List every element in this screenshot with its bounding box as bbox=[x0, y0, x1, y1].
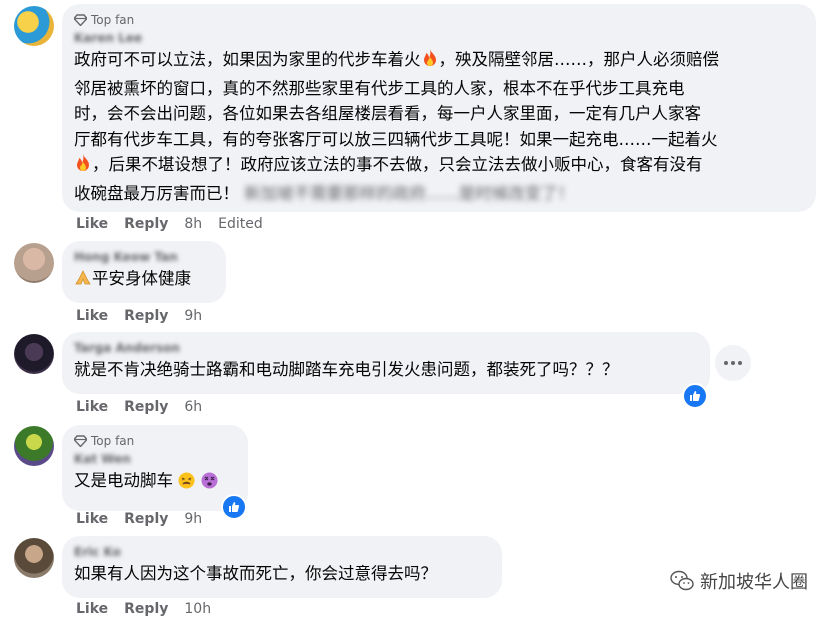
like-button[interactable]: Like bbox=[76, 308, 108, 324]
comment-author[interactable]: Eric Ko bbox=[74, 543, 490, 561]
diamond-icon bbox=[74, 435, 87, 447]
watermark: 新加坡华人圈 bbox=[670, 568, 808, 594]
reply-button[interactable]: Reply bbox=[124, 308, 168, 324]
comment-bubble: Eric Ko 如果有人因为这个事故而死亡，你会过意得去吗？ bbox=[62, 536, 502, 598]
timestamp[interactable]: 9h bbox=[184, 308, 202, 324]
more-options-button[interactable] bbox=[715, 345, 751, 381]
watermark-text: 新加坡华人圈 bbox=[700, 572, 808, 593]
blurred-text: 新加坡不需要那样的政府……是时候改变了！ bbox=[244, 183, 575, 203]
comment-bubble: Top fan Karen Lee 政府可不可以立法，如果因为家里的代步车着火，… bbox=[62, 4, 816, 212]
tired-face-emoji-icon bbox=[178, 471, 195, 497]
edited-label: Edited bbox=[218, 216, 263, 232]
comment-bubble: Hong Keow Tan 平安身体健康 bbox=[62, 241, 226, 303]
like-button[interactable]: Like bbox=[76, 216, 108, 232]
comment-text: 又是电动脚车 bbox=[74, 468, 236, 497]
like-reaction-icon[interactable] bbox=[682, 383, 708, 409]
comment-actions: Like Reply 9h bbox=[76, 509, 218, 529]
reply-button[interactable]: Reply bbox=[124, 399, 168, 415]
comment-author[interactable]: Kat Wen bbox=[74, 450, 236, 468]
comment-actions: Like Reply 8h Edited bbox=[76, 214, 279, 234]
folded-hands-emoji-icon bbox=[74, 269, 92, 295]
comment-bubble: Top fan Kat Wen 又是电动脚车 bbox=[62, 425, 248, 511]
timestamp[interactable]: 9h bbox=[184, 511, 202, 527]
like-reaction-icon[interactable] bbox=[221, 494, 247, 520]
comment-author[interactable]: Karen Lee bbox=[74, 29, 804, 47]
comment-actions: Like Reply 10h bbox=[76, 599, 227, 619]
comment-text: 如果有人因为这个事故而死亡，你会过意得去吗？ bbox=[74, 564, 437, 583]
like-button[interactable]: Like bbox=[76, 511, 108, 527]
like-button[interactable]: Like bbox=[76, 601, 108, 617]
comment-actions: Like Reply 9h bbox=[76, 306, 218, 326]
avatar[interactable] bbox=[14, 334, 54, 374]
comment-text: 平安身体健康 bbox=[74, 266, 214, 295]
comment-actions: Like Reply 6h bbox=[76, 397, 218, 417]
reply-button[interactable]: Reply bbox=[124, 601, 168, 617]
avatar[interactable] bbox=[14, 6, 54, 46]
comment-text: 就是不肯决绝骑士路霸和电动脚踏车充电引发火患问题，都装死了吗？？？ bbox=[74, 360, 619, 379]
top-fan-badge: Top fan bbox=[74, 11, 804, 29]
comment-author[interactable]: Hong Keow Tan bbox=[74, 248, 214, 266]
timestamp[interactable]: 6h bbox=[184, 399, 202, 415]
comment-text: 政府可不可以立法，如果因为家里的代步车着火 ，殃及隔壁邻居……，那户人必须赔偿 邻… bbox=[74, 48, 719, 203]
comment-bubble: Targa Anderson 就是不肯决绝骑士路霸和电动脚踏车充电引发火患问题，… bbox=[62, 332, 710, 394]
comment-author[interactable]: Targa Anderson bbox=[74, 339, 698, 357]
fire-emoji-icon bbox=[421, 48, 439, 76]
dizzy-face-emoji-icon bbox=[201, 471, 218, 497]
top-fan-badge: Top fan bbox=[74, 432, 236, 450]
diamond-icon bbox=[74, 14, 87, 26]
avatar[interactable] bbox=[14, 538, 54, 578]
avatar[interactable] bbox=[14, 243, 54, 283]
like-button[interactable]: Like bbox=[76, 399, 108, 415]
reply-button[interactable]: Reply bbox=[124, 216, 168, 232]
fire-emoji-icon bbox=[74, 153, 92, 181]
reply-button[interactable]: Reply bbox=[124, 511, 168, 527]
timestamp[interactable]: 8h bbox=[184, 216, 202, 232]
avatar[interactable] bbox=[14, 426, 54, 466]
timestamp[interactable]: 10h bbox=[184, 601, 211, 617]
wechat-icon bbox=[670, 570, 694, 591]
